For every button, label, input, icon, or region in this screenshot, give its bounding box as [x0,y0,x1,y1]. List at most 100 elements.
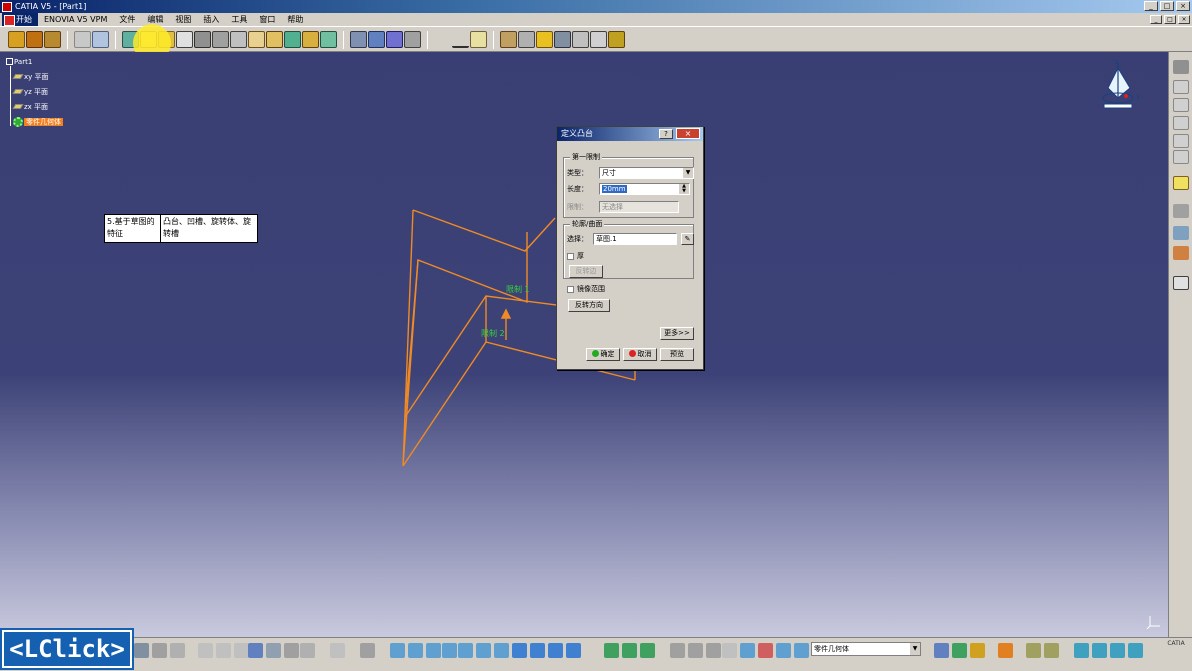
reverse-direction-button[interactable]: 反转方向 [568,299,610,312]
plane-ref-icon[interactable] [470,31,487,48]
chevron-down-icon[interactable]: ▼ [683,168,693,178]
doc-minimize-button[interactable]: _ [1150,15,1162,24]
menu-enovia[interactable]: ENOVIA V5 VPM [38,13,113,27]
axis-system-icon[interactable] [590,31,607,48]
scale-icon[interactable] [404,31,421,48]
dialog-close-button[interactable]: × [676,128,700,139]
apply-material-icon[interactable] [1173,246,1189,260]
view-icon-4[interactable] [1173,134,1189,148]
select-cursor-icon[interactable] [1173,176,1189,190]
body-icon[interactable] [794,643,809,658]
normal-view-icon[interactable] [494,643,509,658]
menu-view[interactable]: 视图 [169,13,197,27]
capture-icon[interactable] [360,643,375,658]
network-icon[interactable] [266,643,281,658]
more-button[interactable]: 更多>> [660,327,694,340]
maximize-button[interactable]: □ [1160,1,1174,11]
dialog-title-bar[interactable]: 定义凸台 ? × [557,127,703,141]
constraint-icon[interactable] [688,643,703,658]
fly-icon[interactable] [390,643,405,658]
measure-value-icon[interactable] [722,643,737,658]
curvature-icon[interactable] [640,643,655,658]
tools-icon[interactable] [1173,226,1189,240]
view-icon-2[interactable] [1173,98,1189,112]
minimize-button[interactable]: _ [1144,1,1158,11]
settings-gear-icon[interactable] [1173,60,1189,74]
menu-window[interactable]: 窗口 [253,13,281,27]
assemble-icon[interactable] [572,31,589,48]
analysis-icon[interactable] [604,643,619,658]
view-icon-3[interactable] [1173,116,1189,130]
pocket-icon[interactable] [26,31,43,48]
menu-tools[interactable]: 工具 [225,13,253,27]
remove-lump-icon[interactable] [554,31,571,48]
zoom-out-icon[interactable] [476,643,491,658]
catalog-icon[interactable] [934,643,949,658]
view-icon[interactable] [1173,80,1189,94]
shell-icon[interactable] [266,31,283,48]
mirror-checkbox[interactable] [567,285,574,293]
profile-selection-field[interactable]: 草图.1 [593,233,677,245]
point-icon[interactable] [434,31,451,48]
pan-icon[interactable] [426,643,441,658]
axis-icon[interactable] [758,643,773,658]
swap-icon[interactable] [300,643,315,658]
boolean-icon[interactable] [518,31,535,48]
measure-icon[interactable] [1173,204,1189,218]
preview-button[interactable]: 预览 [660,348,694,361]
environment-icon[interactable] [1026,643,1041,658]
redo-icon[interactable] [152,643,167,658]
material-icon[interactable] [998,643,1013,658]
draft-icon[interactable] [248,31,265,48]
translate-icon[interactable] [368,31,385,48]
mirror-icon[interactable] [350,31,367,48]
menu-start[interactable]: 开始 [2,13,38,26]
compass-icon[interactable]: z y [1096,58,1144,114]
thick-checkbox[interactable] [567,252,574,260]
turntable-icon[interactable] [1092,643,1107,658]
rotate-icon[interactable] [442,643,457,658]
close-button[interactable]: × [1176,1,1190,11]
spinner-icon[interactable]: ▲ ▼ [679,184,689,194]
pad-icon[interactable] [8,31,25,48]
thickness-icon[interactable] [284,31,301,48]
draft-analysis-icon[interactable] [622,643,637,658]
zoom-in-icon[interactable] [458,643,473,658]
thick-surface-icon[interactable] [320,31,337,48]
chevron-down-icon[interactable]: ▼ [910,643,920,655]
update-icon[interactable] [670,643,685,658]
ok-button[interactable]: 确定 [586,348,620,361]
add-body-icon[interactable] [500,31,517,48]
shaft-icon[interactable] [44,31,61,48]
dimension-icon[interactable] [706,643,721,658]
chamfer-icon[interactable] [230,31,247,48]
shading-icon[interactable] [530,643,545,658]
split-icon[interactable] [302,31,319,48]
hide-icon[interactable] [548,643,563,658]
line-icon[interactable] [452,31,469,48]
type-select[interactable]: 尺寸 ▼ [599,167,694,179]
positioned-sketch-icon[interactable] [92,31,109,48]
sketch-edit-icon[interactable]: ✎ [681,233,694,245]
fillet-icon[interactable] [212,31,229,48]
dialog-help-button[interactable]: ? [659,129,673,139]
reverse-side-button[interactable]: 反转边 [569,265,603,278]
thread-icon[interactable] [194,31,211,48]
print-icon[interactable] [330,643,345,658]
grid-icon[interactable] [248,643,263,658]
menu-help[interactable]: 帮助 [281,13,309,27]
formula-edit-icon[interactable] [1173,276,1189,290]
lamp-icon[interactable] [970,643,985,658]
rect-pattern-icon[interactable] [386,31,403,48]
swap-space-icon[interactable] [566,643,581,658]
hide-show-icon[interactable] [284,643,299,658]
fit-all-icon[interactable] [408,643,423,658]
iso-view-icon[interactable] [512,643,527,658]
view-icon-5[interactable] [1173,150,1189,164]
property-icon[interactable] [776,643,791,658]
video-icon[interactable] [1128,643,1143,658]
comment-icon[interactable] [234,643,249,658]
doc-restore-button[interactable]: □ [1164,15,1176,24]
undo-icon[interactable] [134,643,149,658]
body-selector-combo[interactable]: 零件几何体 ▼ [811,642,921,656]
